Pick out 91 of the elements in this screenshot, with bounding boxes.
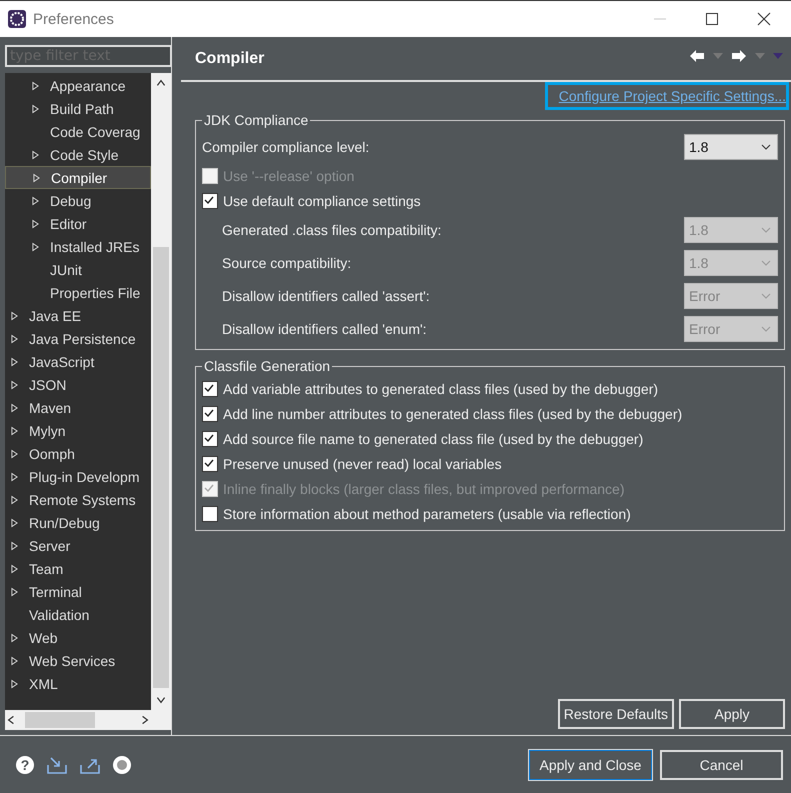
- tree-item[interactable]: Remote Systems: [5, 488, 151, 511]
- record-icon[interactable]: [112, 754, 132, 774]
- tree-item[interactable]: Compiler: [5, 166, 151, 189]
- tree-item[interactable]: JUnit: [5, 258, 151, 281]
- tree-item[interactable]: Java EE: [5, 304, 151, 327]
- setting-label: Disallow identifiers called 'enum':: [222, 320, 427, 336]
- tree-item[interactable]: Appearance: [5, 74, 151, 97]
- setting-label: Source compatibility:: [222, 254, 352, 270]
- tree-item[interactable]: Run/Debug: [5, 511, 151, 534]
- expand-icon[interactable]: [11, 656, 18, 666]
- chevron-down-icon: [761, 326, 771, 332]
- tree-item[interactable]: Plug-in Developm: [5, 465, 151, 488]
- page-button[interactable]: Apply: [679, 699, 785, 729]
- expand-icon[interactable]: [32, 80, 39, 90]
- checkbox[interactable]: [202, 430, 218, 446]
- expand-icon[interactable]: [11, 448, 18, 458]
- app-icon: [7, 9, 27, 29]
- expand-icon[interactable]: [11, 380, 18, 390]
- tree-item[interactable]: Oomph: [5, 442, 151, 465]
- checkbox-label[interactable]: Add variable attributes to generated class files (used by the debugger): [223, 380, 658, 396]
- expand-icon[interactable]: [11, 310, 18, 320]
- checkbox[interactable]: [202, 192, 218, 208]
- tree-item[interactable]: Debug: [5, 189, 151, 212]
- tree-item[interactable]: Team: [5, 557, 151, 580]
- checkbox[interactable]: [202, 456, 218, 472]
- setting-label: Disallow identifiers called 'assert':: [222, 288, 430, 304]
- chevron-down-icon: [761, 226, 771, 232]
- window-title: Preferences: [33, 10, 114, 28]
- tree-item[interactable]: Validation: [5, 603, 151, 626]
- expand-icon[interactable]: [11, 426, 18, 436]
- import-icon[interactable]: [46, 754, 68, 774]
- expand-icon[interactable]: [32, 218, 39, 228]
- tree-item[interactable]: JSON: [5, 373, 151, 396]
- expand-icon[interactable]: [11, 334, 18, 344]
- page-button[interactable]: Restore Defaults: [558, 699, 674, 729]
- expand-icon[interactable]: [11, 494, 18, 504]
- setting-label: Generated .class files compatibility:: [222, 222, 442, 238]
- tree-item[interactable]: Mylyn: [5, 419, 151, 442]
- help-icon[interactable]: ?: [15, 754, 35, 774]
- tree-item[interactable]: Properties File: [5, 281, 151, 304]
- chevron-down-icon: [761, 144, 771, 150]
- expand-icon[interactable]: [33, 172, 40, 182]
- tree-item[interactable]: Editor: [5, 212, 151, 235]
- checkbox[interactable]: [202, 506, 218, 522]
- expand-icon[interactable]: [11, 564, 18, 574]
- tree-item[interactable]: Code Coverag: [5, 120, 151, 143]
- forward-icon[interactable]: [731, 48, 747, 62]
- tree-item[interactable]: JavaScript: [5, 350, 151, 373]
- maximize-icon[interactable]: [705, 12, 719, 26]
- tree-item[interactable]: XML: [5, 672, 151, 695]
- tree-item[interactable]: Java Persistence: [5, 327, 151, 350]
- tree-item[interactable]: Installed JREs: [5, 235, 151, 258]
- close-icon[interactable]: [757, 12, 771, 26]
- checkbox-label[interactable]: Add line number attributes to generated class files (used by the debugger): [223, 406, 682, 422]
- checkbox-label[interactable]: Add source file name to generated class file (used by the debugger): [223, 430, 644, 446]
- expand-icon[interactable]: [32, 104, 39, 114]
- tree-item[interactable]: Web: [5, 626, 151, 649]
- checkbox[interactable]: [202, 380, 218, 396]
- expand-icon[interactable]: [11, 402, 18, 412]
- dialog-button[interactable]: Cancel: [660, 750, 783, 780]
- dialog-button[interactable]: Apply and Close: [529, 750, 652, 780]
- tree-item[interactable]: Server: [5, 534, 151, 557]
- checkbox[interactable]: [202, 406, 218, 422]
- expand-icon[interactable]: [32, 196, 39, 206]
- expand-icon[interactable]: [11, 472, 18, 482]
- back-icon[interactable]: [689, 48, 705, 62]
- expand-icon[interactable]: [32, 242, 39, 252]
- compliance-dropdown[interactable]: 1.8: [684, 134, 778, 160]
- expand-icon[interactable]: [11, 540, 18, 550]
- group-title: JDK Compliance: [203, 112, 310, 128]
- page-title: Compiler: [195, 50, 264, 68]
- expand-icon[interactable]: [11, 678, 18, 688]
- checkbox-label[interactable]: Preserve unused (never read) local variables: [223, 456, 502, 472]
- chevron-down-icon: [761, 260, 771, 266]
- expand-icon[interactable]: [32, 150, 39, 160]
- tree-item[interactable]: Terminal: [5, 580, 151, 603]
- expand-icon[interactable]: [11, 356, 18, 366]
- tree-item[interactable]: Build Path: [5, 97, 151, 120]
- expand-icon[interactable]: [11, 632, 18, 642]
- group-title: Classfile Generation: [203, 358, 332, 374]
- expand-icon[interactable]: [11, 518, 18, 528]
- tree-item[interactable]: Web Services: [5, 649, 151, 672]
- tree-item[interactable]: Code Style: [5, 143, 151, 166]
- chevron-down-icon: [761, 292, 771, 298]
- expand-icon[interactable]: [11, 586, 18, 596]
- vertical-scrollbar[interactable]: [151, 73, 171, 710]
- checkbox-label[interactable]: Use default compliance settings: [223, 192, 421, 208]
- tree-item[interactable]: Maven: [5, 396, 151, 419]
- checkbox-label[interactable]: Store information about method parameters (usable via reflection): [223, 506, 631, 522]
- horizontal-scrollbar[interactable]: [5, 710, 171, 730]
- compliance-label: Compiler compliance level:: [202, 138, 370, 154]
